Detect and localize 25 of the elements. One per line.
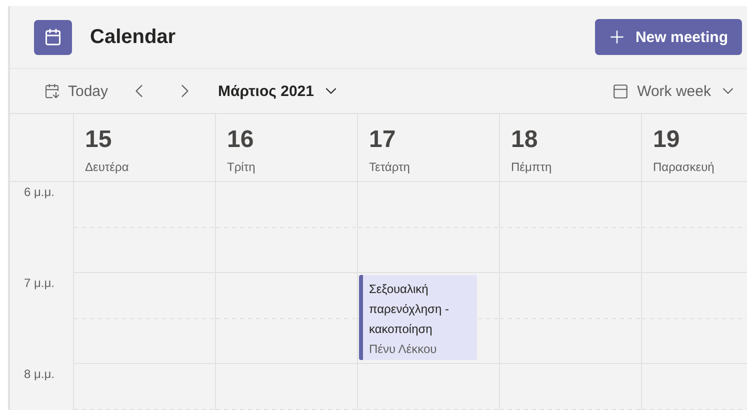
today-button[interactable]: Today: [44, 82, 108, 100]
day-number: 15: [85, 126, 113, 154]
calendar-event[interactable]: Σεξουαλική παρενόχληση - κακοποίηση Πένυ Λέκκου: [359, 275, 477, 360]
day-name: Δευτέρα: [85, 160, 130, 174]
time-label: 7 μ.μ.: [24, 276, 55, 290]
time-slot[interactable]: Σεξουαλική παρενόχληση - κακοποίηση Πένυ Λέκκου: [357, 273, 499, 364]
day-name: Πέμπτη: [511, 160, 553, 174]
day-name: Παρασκευή: [653, 160, 716, 174]
event-title: Σεξουαλική παρενόχληση - κακοποίηση: [369, 281, 450, 338]
day-name: Τρίτη: [227, 160, 256, 174]
day-number: 17: [369, 126, 397, 154]
day-number: 18: [511, 126, 539, 154]
calendar-icon: [44, 83, 60, 99]
new-meeting-button[interactable]: New meeting: [595, 19, 742, 55]
time-label: 6 μ.μ.: [24, 185, 55, 199]
day-name: Τετάρτη: [369, 160, 411, 174]
time-label: 8 μ.μ.: [24, 367, 55, 381]
view-icon: [612, 82, 630, 100]
month-picker[interactable]: Μάρτιος 2021: [218, 82, 340, 100]
view-picker[interactable]: Work week: [612, 82, 737, 100]
event-organizer: Πένυ Λέκκου: [369, 341, 438, 358]
page-title: Calendar: [90, 26, 177, 48]
calendar-app-icon: [34, 20, 72, 54]
day-number: 19: [653, 126, 681, 154]
day-number: 16: [227, 126, 255, 154]
